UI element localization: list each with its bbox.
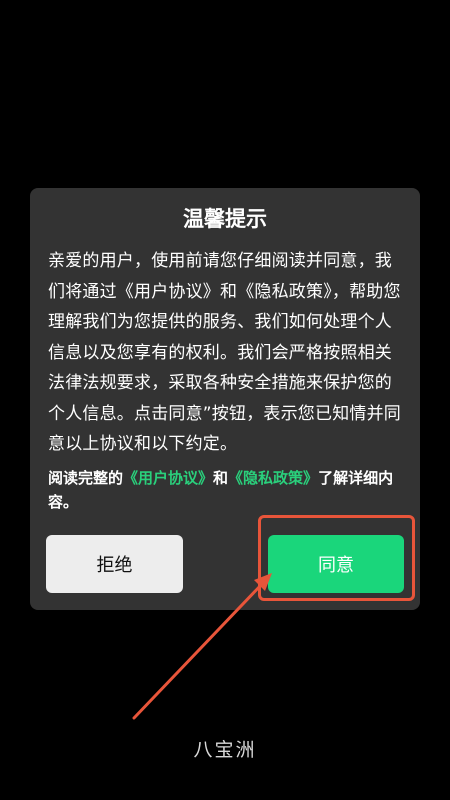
note-prefix: 阅读完整的	[48, 468, 124, 487]
user-agreement-link[interactable]: 《用户协议》	[123, 469, 213, 487]
annotation-highlight-box	[258, 515, 415, 601]
reject-button[interactable]: 拒绝	[46, 535, 183, 593]
dialog-body-text: 亲爱的用户，使用前请您仔细阅读并同意，我们将通过《用户协议》和《隐私政策》，帮助…	[48, 251, 402, 454]
screen: 温馨提示 亲爱的用户，使用前请您仔细阅读并同意，我们将通过《用户协议》和《隐私政…	[0, 0, 450, 800]
dialog-title: 温馨提示	[183, 207, 267, 231]
privacy-policy-link[interactable]: 《隐私政策》	[228, 469, 318, 487]
note-conjunction: 和	[213, 468, 229, 487]
app-name: 八宝洲	[193, 739, 257, 761]
dialog-note: 阅读完整的《用户协议》和《隐私政策》了解详细内容。	[48, 466, 402, 514]
